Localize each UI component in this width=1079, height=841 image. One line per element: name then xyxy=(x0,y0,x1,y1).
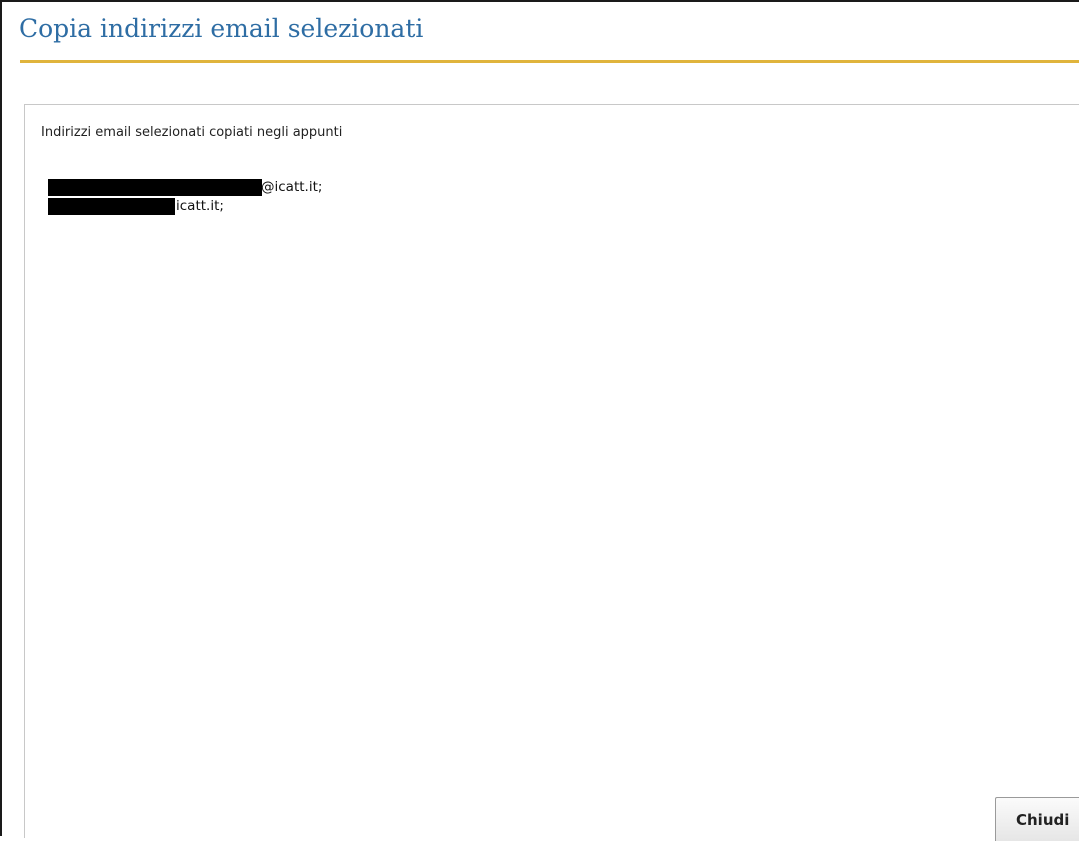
redaction-block xyxy=(48,198,175,215)
close-button[interactable]: Chiudi xyxy=(995,797,1079,841)
copied-message: Indirizzi email selezionati copiati negl… xyxy=(41,125,343,140)
email-domain-text: @icatt.it; xyxy=(261,179,323,195)
title-divider xyxy=(20,60,1079,63)
email-domain-text: icatt.it; xyxy=(176,198,224,214)
redaction-block xyxy=(48,179,262,196)
dialog-window: Copia indirizzi email selezionati Indiri… xyxy=(0,0,1079,841)
dialog-title: Copia indirizzi email selezionati xyxy=(19,14,424,43)
content-panel: Indirizzi email selezionati copiati negl… xyxy=(24,104,1079,841)
